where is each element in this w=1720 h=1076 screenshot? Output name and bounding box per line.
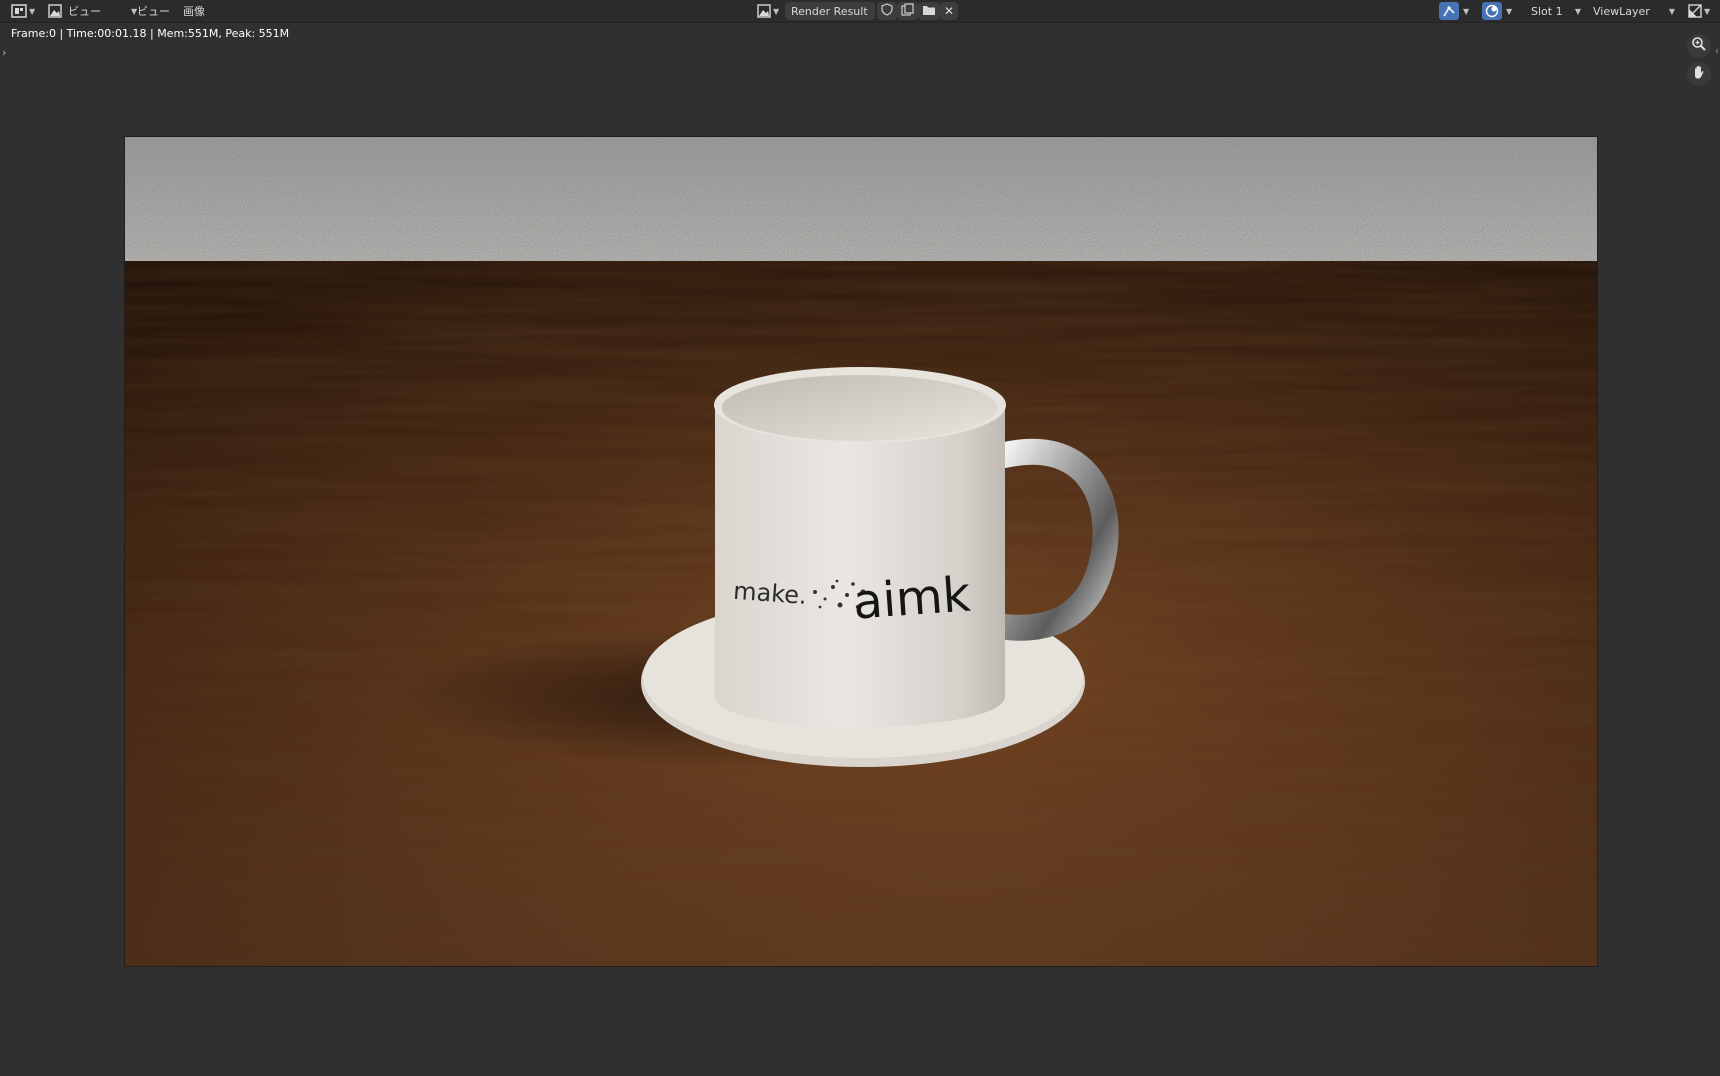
render-result-image[interactable]: make. aimk — [124, 136, 1598, 967]
menu-image[interactable]: 画像 — [181, 0, 207, 22]
new-image-button[interactable] — [897, 2, 918, 20]
shield-icon — [881, 3, 893, 19]
duplicate-icon — [901, 3, 914, 19]
chevron-down-icon: ▼ — [773, 6, 780, 16]
slot-label: Slot 1 — [1531, 4, 1563, 18]
menu-view-label: ビュー — [137, 5, 170, 18]
menu-view[interactable]: ビュー — [135, 0, 172, 22]
image-editor: ▼ ビュー ▼ ビュー 画像 ▼ Render Result ✕ ▼ ▼ Slo… — [0, 0, 1720, 1076]
image-name-field[interactable]: Render Result — [785, 2, 875, 20]
mode-selector[interactable]: ビュー ▼ — [48, 0, 137, 22]
chevron-down-icon: ▼ — [1463, 6, 1470, 16]
pan-button[interactable] — [1687, 62, 1711, 86]
menu-image-label: 画像 — [183, 5, 205, 18]
display-mode-icon — [1688, 2, 1702, 20]
render-stats: Frame:0 | Time:00:01.18 | Mem:551M, Peak… — [11, 27, 290, 40]
browse-image-button[interactable]: ▼ — [757, 0, 779, 22]
chevron-down-icon: ▼ — [1668, 6, 1675, 16]
slot-group: Slot 1 ▼ ViewLayer ▼ — [1525, 0, 1681, 22]
gizmo-icon — [1439, 2, 1459, 20]
view-layer-label: ViewLayer — [1593, 4, 1650, 18]
mug-text-aimk: aimk — [851, 566, 972, 630]
chevron-down-icon: ▼ — [1704, 6, 1711, 16]
overlay-toggle[interactable]: ▼ — [1439, 0, 1469, 22]
image-icon — [48, 2, 62, 20]
display-channels-toggle[interactable]: ▼ — [1482, 0, 1512, 22]
editor-type-selector[interactable]: ▼ — [11, 0, 35, 22]
header-bar: ▼ ビュー ▼ ビュー 画像 ▼ Render Result ✕ ▼ ▼ Slo… — [0, 0, 1720, 23]
zoom-button[interactable] — [1687, 34, 1711, 58]
toolbar-expand-icon[interactable]: › — [2, 46, 6, 59]
unlink-image-button[interactable]: ✕ — [940, 2, 959, 20]
close-icon: ✕ — [944, 4, 955, 18]
image-name-text: Render Result — [791, 4, 868, 18]
zoom-icon — [1691, 36, 1707, 56]
chevron-down-icon: ▼ — [1506, 6, 1513, 16]
image-browse-icon — [757, 2, 771, 20]
fake-user-button[interactable] — [877, 2, 897, 20]
chevron-down-icon: ▼ — [1574, 6, 1581, 16]
folder-icon — [922, 4, 936, 19]
view-layer-selector[interactable]: ViewLayer ▼ — [1587, 2, 1681, 20]
sidebar-toggle[interactable]: ▼ — [1688, 0, 1710, 22]
image-name-group: Render Result ✕ — [785, 0, 959, 22]
color-channels-icon — [1482, 2, 1502, 20]
view-mode-label: ビュー — [68, 5, 101, 18]
slot-selector[interactable]: Slot 1 ▼ — [1525, 2, 1587, 20]
image-editor-icon — [11, 2, 27, 20]
mug-text-make: make. — [732, 577, 807, 610]
hand-icon — [1691, 64, 1707, 84]
sidebar-expand-icon[interactable]: ‹ — [1715, 46, 1719, 57]
open-image-button[interactable] — [918, 2, 940, 20]
chevron-down-icon: ▼ — [29, 6, 36, 16]
